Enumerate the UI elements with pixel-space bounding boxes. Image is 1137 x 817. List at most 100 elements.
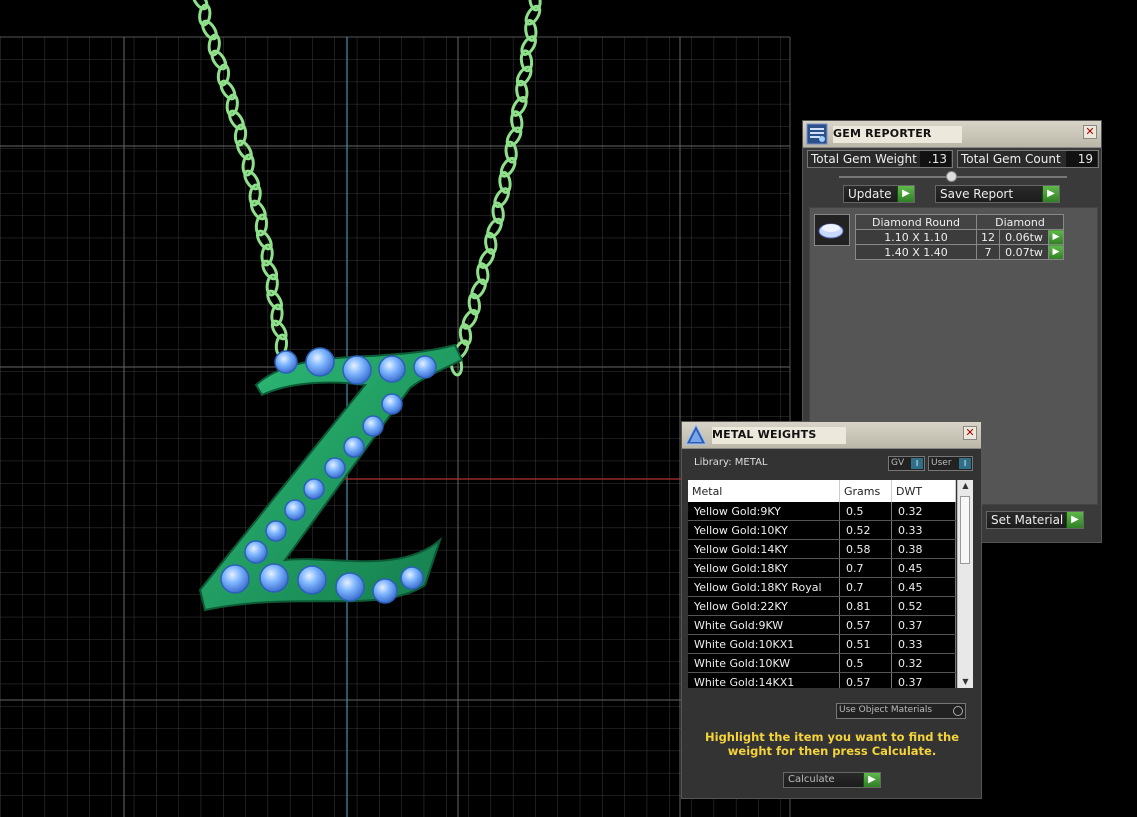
table-row[interactable]: 1.10 X 1.10 12 0.06tw ▶: [855, 229, 1064, 245]
table-row[interactable]: Yellow Gold:22KY 0.81 0.52: [688, 596, 956, 616]
round-diamond: [400, 566, 424, 590]
gem-count: 7: [976, 244, 1000, 260]
gem-weight: 0.06tw: [999, 229, 1049, 245]
table-row[interactable]: Yellow Gold:9KY 0.5 0.32: [688, 502, 956, 521]
update-button-label: Update: [848, 187, 892, 201]
row-go-button[interactable]: ▶: [1048, 244, 1064, 260]
metal-dwt: 0.32: [891, 653, 956, 673]
metal-dwt: 0.32: [891, 502, 956, 521]
metal-grams: 0.57: [839, 615, 892, 635]
metal-name: White Gold:14KX1: [688, 672, 840, 688]
scrollbar-thumb[interactable]: [960, 496, 970, 564]
set-material-button[interactable]: Set Material ▶: [986, 511, 1084, 529]
use-object-materials-toggle[interactable]: Use Object Materials: [836, 703, 966, 719]
metal-dwt: 0.37: [891, 615, 956, 635]
metal-dwt: 0.38: [891, 539, 956, 559]
use-object-materials-label: Use Object Materials: [839, 705, 933, 715]
gem-material-header: Diamond: [976, 214, 1064, 230]
metal-name: Yellow Gold:18KY Royal: [688, 577, 840, 597]
metal-table-scrollbar[interactable]: ▲ ▼: [957, 480, 973, 688]
metal-weights-icon: [685, 424, 707, 445]
grid-plane: [0, 36, 791, 817]
toggle-circle-icon: [953, 706, 963, 716]
table-row[interactable]: Yellow Gold:18KY 0.7 0.45: [688, 558, 956, 578]
play-icon: ▶: [1042, 186, 1059, 202]
update-button[interactable]: Update ▶: [843, 185, 915, 203]
scroll-up-icon[interactable]: ▲: [958, 480, 973, 492]
total-gem-weight-value: .13: [920, 151, 951, 167]
metal-grams: 0.5: [839, 502, 892, 521]
round-diamond: [381, 393, 403, 415]
metal-name: White Gold:10KW: [688, 653, 840, 673]
row-go-button[interactable]: ▶: [1048, 229, 1064, 245]
user-label: User: [931, 458, 952, 468]
metal-dwt: 0.33: [891, 634, 956, 654]
metal-grams: 0.51: [839, 634, 892, 654]
metal-name: Yellow Gold:14KY: [688, 539, 840, 559]
round-diamond: [244, 540, 268, 564]
gem-size: 1.10 X 1.10: [855, 229, 977, 245]
round-diamond: [297, 565, 327, 595]
round-diamond-thumbnail[interactable]: [814, 214, 850, 246]
gem-table: Diamond Round Diamond 1.10 X 1.10 12 0.0…: [855, 214, 1064, 260]
user-library-toggle[interactable]: User I: [928, 456, 973, 471]
play-icon: ▶: [897, 186, 914, 202]
calculate-button-label: Calculate: [788, 774, 835, 785]
table-row[interactable]: Yellow Gold:18KY Royal 0.7 0.45: [688, 577, 956, 597]
metal-dwt: 0.45: [891, 577, 956, 597]
play-icon: ▶: [1066, 512, 1083, 528]
splitter-handle-icon[interactable]: [946, 171, 957, 182]
round-diamond: [220, 564, 250, 594]
gem-count: 12: [976, 229, 1000, 245]
table-row[interactable]: White Gold:14KX1 0.57 0.37: [688, 672, 956, 688]
gem-reporter-icon: [806, 123, 828, 145]
round-diamond: [372, 578, 398, 604]
metal-weights-titlebar[interactable]: METAL WEIGHTS ✕: [682, 422, 981, 449]
metal-grams: 0.52: [839, 520, 892, 540]
instruction-text: Highlight the item you want to find the …: [705, 730, 959, 758]
table-row[interactable]: 1.40 X 1.40 7 0.07tw ▶: [855, 244, 1064, 260]
round-diamond: [274, 350, 298, 374]
column-header-dwt[interactable]: DWT: [891, 480, 956, 502]
table-row[interactable]: Yellow Gold:14KY 0.58 0.38: [688, 539, 956, 559]
scroll-down-icon[interactable]: ▼: [958, 676, 973, 688]
gv-label: GV: [891, 458, 905, 468]
table-row[interactable]: Yellow Gold:10KY 0.52 0.33: [688, 520, 956, 540]
metal-grams: 0.57: [839, 672, 892, 688]
save-report-button[interactable]: Save Report ▶: [935, 185, 1060, 203]
close-icon[interactable]: ✕: [963, 426, 977, 440]
library-label: Library: METAL: [694, 457, 768, 468]
metal-name: Yellow Gold:9KY: [688, 502, 840, 521]
set-material-button-label: Set Material: [991, 513, 1064, 527]
gem-reporter-title: GEM REPORTER: [833, 126, 962, 143]
metal-name: White Gold:9KW: [688, 615, 840, 635]
column-header-grams[interactable]: Grams: [839, 480, 892, 502]
metal-weights-title: METAL WEIGHTS: [712, 427, 847, 444]
info-icon: I: [911, 458, 923, 469]
metal-weights-panel: METAL WEIGHTS ✕ Library: METAL GV I User…: [681, 421, 982, 799]
table-row[interactable]: White Gold:10KX1 0.51 0.33: [688, 634, 956, 654]
metal-name: Yellow Gold:10KY: [688, 520, 840, 540]
metal-grams: 0.7: [839, 558, 892, 578]
column-header-metal[interactable]: Metal: [688, 480, 840, 502]
round-diamond: [413, 355, 437, 379]
metal-grams: 0.5: [839, 653, 892, 673]
metal-grams: 0.58: [839, 539, 892, 559]
gem-shape-header: Diamond Round: [855, 214, 977, 230]
gv-library-toggle[interactable]: GV I: [888, 456, 925, 471]
round-diamond: [342, 355, 372, 385]
diamond-icon: [818, 223, 844, 239]
round-diamond: [335, 572, 365, 602]
close-icon[interactable]: ✕: [1083, 125, 1097, 139]
calculate-button[interactable]: Calculate ▶: [783, 772, 881, 788]
table-row[interactable]: White Gold:10KW 0.5 0.32: [688, 653, 956, 673]
round-diamond: [265, 520, 287, 542]
round-diamond: [362, 415, 384, 437]
round-diamond: [284, 499, 306, 521]
gem-reporter-titlebar[interactable]: GEM REPORTER ✕: [803, 121, 1101, 148]
table-row[interactable]: White Gold:9KW 0.57 0.37: [688, 615, 956, 635]
gem-size: 1.40 X 1.40: [855, 244, 977, 260]
round-diamond: [324, 457, 346, 479]
round-diamond: [305, 347, 335, 377]
metal-table[interactable]: Metal Grams DWT Yellow Gold:9KY 0.5 0.32 Ye…: [688, 480, 956, 688]
